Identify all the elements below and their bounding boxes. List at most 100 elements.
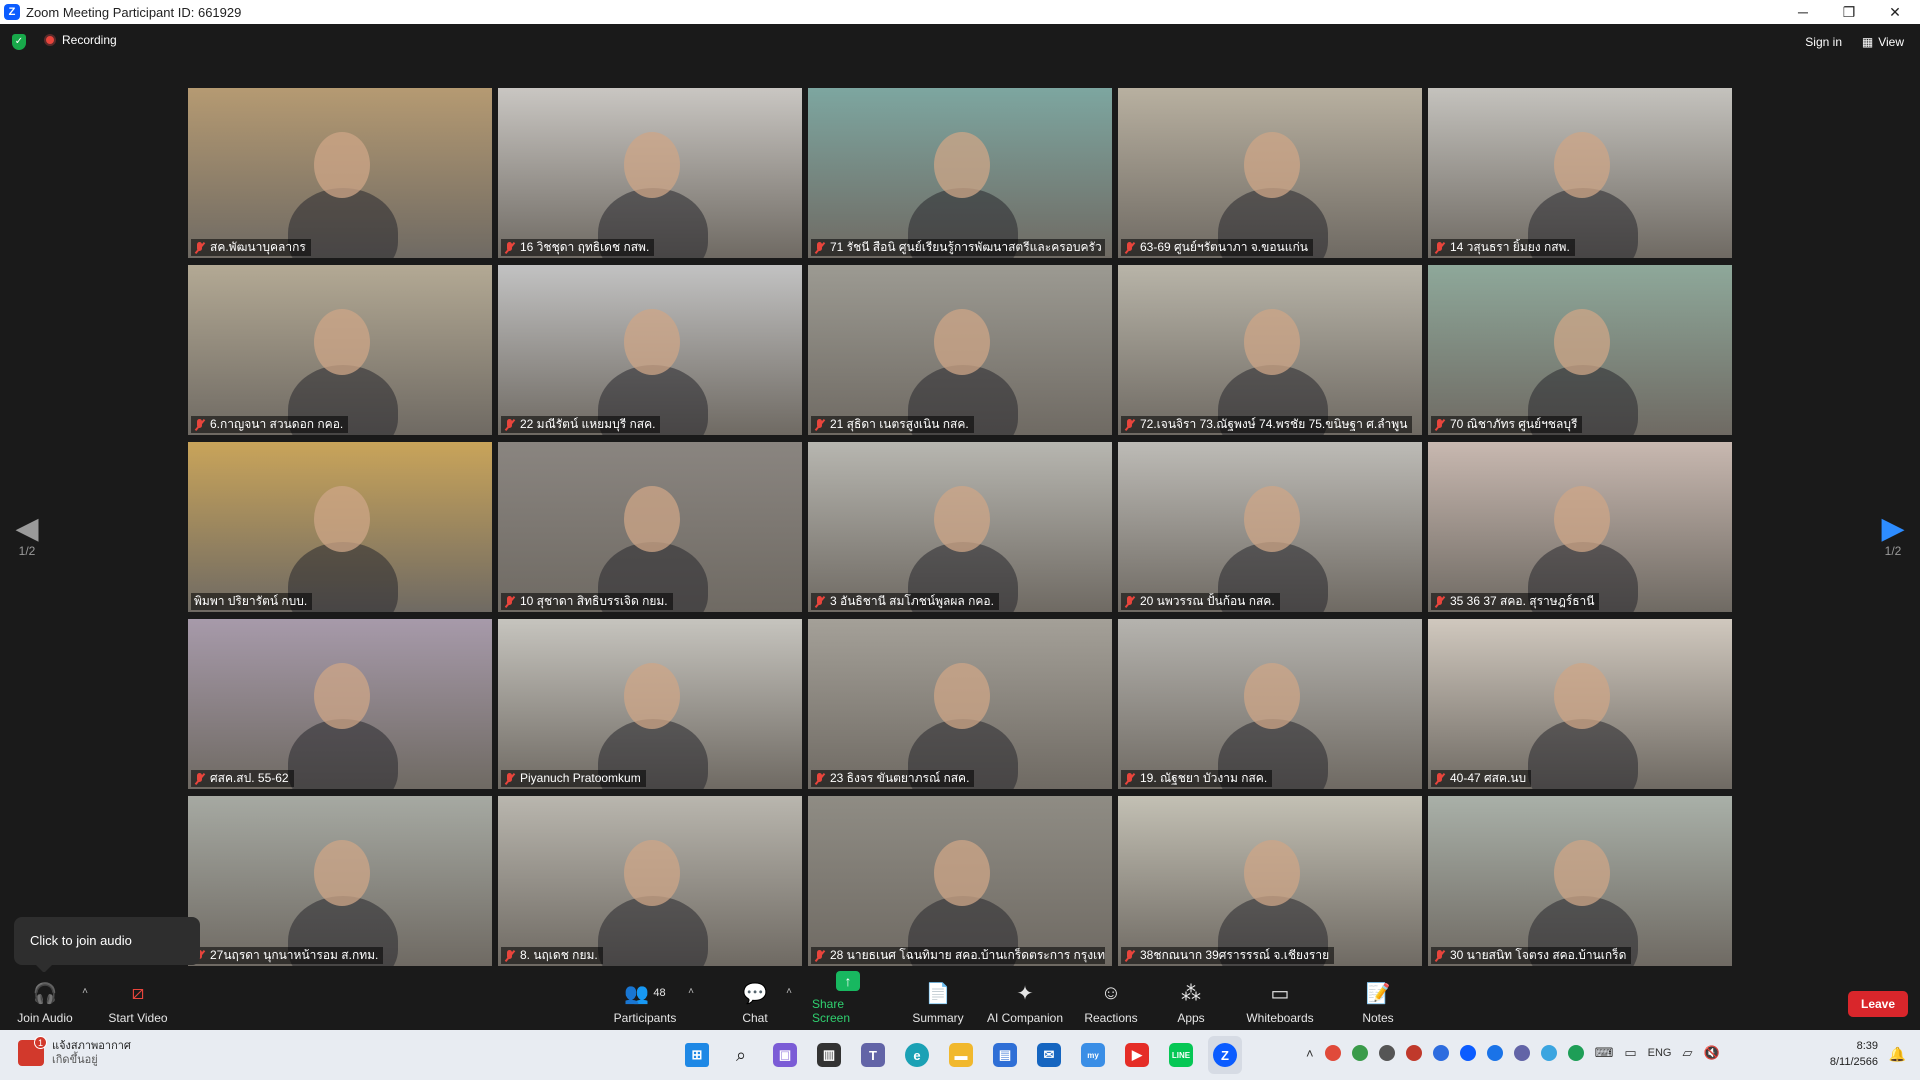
- join-audio-button[interactable]: 🎧 Join Audio ˄: [14, 972, 88, 1030]
- weather-line1: แจ้งสภาพอากาศ: [52, 1040, 131, 1052]
- weather-widget[interactable]: 1 แจ้งสภาพอากาศ เกิดขึ้นอยู่: [18, 1036, 131, 1067]
- participant-video-tile[interactable]: 8. นฤเดช กยม.: [498, 796, 802, 966]
- participants-options-chevron-icon[interactable]: ˄: [688, 986, 694, 997]
- participant-video-tile[interactable]: สค.พัฒนาบุคลากร: [188, 88, 492, 258]
- participant-video-tile[interactable]: 35 36 37 สคอ. สุราษฎร์ธานี: [1428, 442, 1732, 612]
- leave-button[interactable]: Leave: [1848, 991, 1908, 1017]
- participant-video-tile[interactable]: 21 สุธิดา เนตรสูงเนิน กสค.: [808, 265, 1112, 435]
- tray-app5-icon[interactable]: [1540, 1045, 1557, 1061]
- microsoft-store-icon[interactable]: ▤: [988, 1036, 1022, 1074]
- mykpi-app-icon[interactable]: my: [1076, 1036, 1110, 1074]
- weather-line2: เกิดขึ้นอยู่: [52, 1054, 98, 1066]
- participant-video-tile[interactable]: 19. ณัฐชยา บัวงาม กสค.: [1118, 619, 1422, 789]
- keyboard-icon[interactable]: ⌨: [1595, 1045, 1614, 1061]
- participant-video-tile[interactable]: พิมพา ปริยารัตน์ กบบ.: [188, 442, 492, 612]
- teams-icon[interactable]: T: [856, 1036, 890, 1074]
- participants-button[interactable]: 👥 48 Participants ˄: [612, 972, 694, 1030]
- close-button[interactable]: ✕: [1872, 0, 1918, 24]
- participant-video-tile[interactable]: 70 ณิชาภัทร ศูนย์ฯชลบุรี: [1428, 265, 1732, 435]
- restore-button[interactable]: ❐: [1826, 0, 1872, 24]
- summary-button[interactable]: 📄 Summary: [910, 972, 966, 1030]
- participant-video-tile[interactable]: 40-47 ศสค.นบ: [1428, 619, 1732, 789]
- participant-video-tile[interactable]: 71 รัชนี สือนิ ศูนย์เรียนรู้การพัฒนาสตรี…: [808, 88, 1112, 258]
- participant-video-tile[interactable]: 72.เจนจิรา 73.ณัฐพงษ์ 74.พรชัย 75.ขนิษฐา…: [1118, 265, 1422, 435]
- recording-indicator[interactable]: Recording: [44, 33, 117, 47]
- tray-app3-icon[interactable]: [1378, 1045, 1395, 1061]
- tray-zoom-icon[interactable]: [1459, 1045, 1476, 1061]
- participant-name-label: 10 สุชาดา สิทธิบรรเจิด กยม.: [501, 593, 673, 610]
- tray-overflow-chevron-icon[interactable]: ˄: [1306, 1046, 1314, 1061]
- tray-app4-icon[interactable]: [1405, 1045, 1422, 1061]
- line-app-icon[interactable]: LINE: [1164, 1036, 1198, 1074]
- sign-in-button[interactable]: Sign in: [1805, 35, 1842, 49]
- participant-video-tile[interactable]: Piyanuch Pratoomkum: [498, 619, 802, 789]
- view-button[interactable]: ▦ View: [1862, 35, 1904, 49]
- tray-app2-icon[interactable]: [1351, 1045, 1368, 1061]
- edge-browser-icon[interactable]: e: [900, 1036, 934, 1074]
- youtube-icon[interactable]: ▶: [1120, 1036, 1154, 1074]
- participant-video-tile[interactable]: 30 นายสนิท โจตรง สคอ.บ้านเกร็ด: [1428, 796, 1732, 966]
- whiteboards-button[interactable]: ▭ Whiteboards: [1244, 972, 1316, 1030]
- participant-video-tile[interactable]: 6.กาญจนา สวนดอก กคอ.: [188, 265, 492, 435]
- chat-options-chevron-icon[interactable]: ˄: [786, 986, 792, 997]
- widgets-icon[interactable]: ▣: [768, 1036, 802, 1074]
- network-icon[interactable]: ▱: [1683, 1045, 1693, 1061]
- search-icon[interactable]: ⌕: [724, 1036, 758, 1074]
- bluetooth-icon[interactable]: [1486, 1045, 1503, 1061]
- video-gallery: สค.พัฒนาบุคลากร 16 วิชชุดา ฤทธิเดช กสพ. 71…: [188, 88, 1732, 968]
- participant-name: 27นฤรดา นุกนาหน้ารอม ส.กทม.: [210, 948, 379, 962]
- participant-video-tile[interactable]: 27นฤรดา นุกนาหน้ารอม ส.กทม.: [188, 796, 492, 966]
- task-view-icon[interactable]: ▥: [812, 1036, 846, 1074]
- gallery-prev-page[interactable]: ◀ 1/2: [12, 514, 42, 559]
- apps-button[interactable]: ⁂ Apps: [1174, 972, 1208, 1030]
- participant-video-tile[interactable]: 14 วสุนธรา ยิ้มยง กสพ.: [1428, 88, 1732, 258]
- input-language[interactable]: ENG: [1648, 1047, 1672, 1059]
- start-menu-icon[interactable]: ⊞: [680, 1036, 714, 1074]
- share-screen-button[interactable]: ↑ Share Screen: [812, 971, 884, 1030]
- participant-video-tile[interactable]: 16 วิชชุดา ฤทธิเดช กสพ.: [498, 88, 802, 258]
- mic-muted-icon: [1434, 418, 1446, 431]
- participant-video-tile[interactable]: 28 นายธเนศ โฉนทิมาย สคอ.บ้านเกร็ดตระการ …: [808, 796, 1112, 966]
- participant-head: [314, 840, 370, 906]
- participant-head: [1554, 132, 1610, 198]
- participant-video-tile[interactable]: 38ชกณนาก 39ศรารรรณ์ จ.เชียงราย: [1118, 796, 1422, 966]
- participant-video-tile[interactable]: 63-69 ศูนย์ฯรัตนาภา จ.ขอนแก่น: [1118, 88, 1422, 258]
- ai-companion-button[interactable]: ✦ AI Companion: [984, 972, 1066, 1030]
- participant-video-tile[interactable]: 22 มณีรัตน์ แหยมบุรี กสค.: [498, 265, 802, 435]
- audio-options-chevron-icon[interactable]: ˄: [82, 986, 88, 997]
- tray-security-icon[interactable]: [1432, 1045, 1449, 1061]
- apps-grid-icon: ⁂: [1181, 982, 1201, 1005]
- participant-name-label: 16 วิชชุดา ฤทธิเดช กสพ.: [501, 239, 655, 256]
- display-icon[interactable]: ▭: [1624, 1045, 1636, 1061]
- participant-video-tile[interactable]: ศสค.สป. 55-62: [188, 619, 492, 789]
- participants-count: 48: [653, 987, 666, 999]
- reactions-button[interactable]: ☺ Reactions: [1083, 972, 1139, 1030]
- start-video-button[interactable]: ⧄ Start Video: [106, 972, 170, 1030]
- notes-button[interactable]: 📝 Notes: [1360, 972, 1396, 1030]
- participant-head: [314, 663, 370, 729]
- participant-head: [1244, 840, 1300, 906]
- tray-teams-icon[interactable]: [1513, 1045, 1530, 1061]
- participant-name: ศสค.สป. 55-62: [210, 771, 289, 785]
- participant-video-tile[interactable]: 3 อันธิชานี สมโภชน์พูลผล กคอ.: [808, 442, 1112, 612]
- participant-video-tile[interactable]: 23 ธิงจร ขันตยาภรณ์ กสค.: [808, 619, 1112, 789]
- file-explorer-icon[interactable]: ▬: [944, 1036, 978, 1074]
- taskbar-clock[interactable]: 8:39 8/11/2566: [1830, 1038, 1878, 1070]
- participant-name: สค.พัฒนาบุคลากร: [210, 240, 306, 254]
- tray-app1-icon[interactable]: [1324, 1045, 1341, 1061]
- participant-name: 10 สุชาดา สิทธิบรรเจิด กยม.: [520, 594, 668, 608]
- participant-video-tile[interactable]: 20 นพวรรณ ปั้นก้อน กสค.: [1118, 442, 1422, 612]
- participant-name: 20 นพวรรณ ปั้นก้อน กสค.: [1140, 594, 1275, 608]
- notification-bell-icon[interactable]: 🔔: [1889, 1046, 1906, 1063]
- mail-icon[interactable]: ✉: [1032, 1036, 1066, 1074]
- tray-app6-icon[interactable]: [1567, 1045, 1584, 1061]
- mic-muted-icon: [1124, 772, 1136, 785]
- zoom-taskbar-icon[interactable]: Z: [1208, 1036, 1242, 1074]
- minimize-button[interactable]: ─: [1780, 0, 1826, 24]
- volume-mute-icon[interactable]: 🔇: [1704, 1045, 1720, 1061]
- chat-button[interactable]: 💬 Chat ˄: [738, 972, 792, 1030]
- participant-video-tile[interactable]: 10 สุชาดา สิทธิบรรเจิด กยม.: [498, 442, 802, 612]
- encryption-shield-icon[interactable]: ✓: [12, 34, 26, 50]
- gallery-next-page[interactable]: ▶ 1/2: [1878, 514, 1908, 559]
- windows-taskbar: 1 แจ้งสภาพอากาศ เกิดขึ้นอยู่ ⊞ ⌕ ▣ ▥ T e…: [0, 1030, 1920, 1080]
